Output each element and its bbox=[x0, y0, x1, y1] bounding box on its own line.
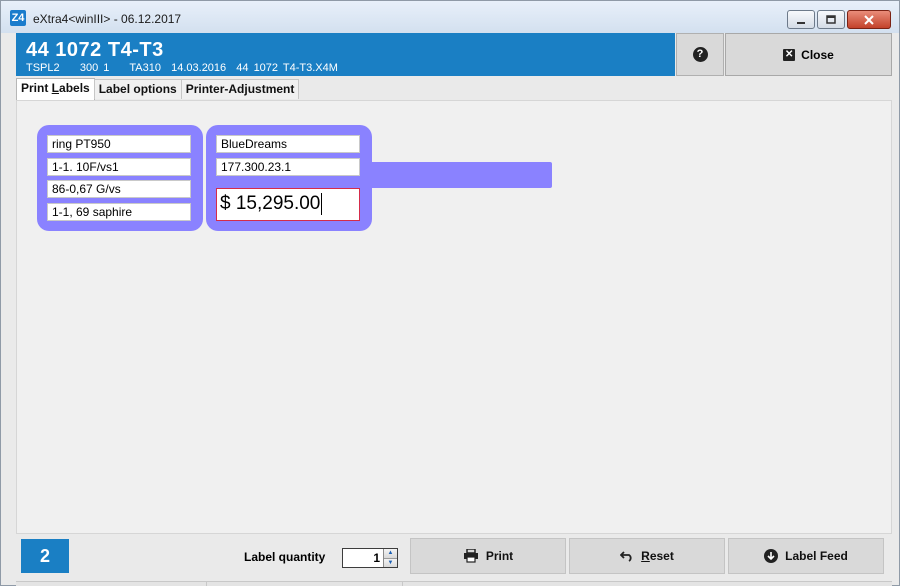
tab-label-accesskey: L bbox=[51, 81, 60, 95]
label-quantity-input[interactable] bbox=[343, 549, 383, 567]
close-icon bbox=[864, 14, 874, 25]
close-button-label: Close bbox=[801, 47, 834, 62]
reset-label-accesskey: R bbox=[641, 549, 650, 563]
reset-button[interactable]: Reset bbox=[569, 538, 725, 574]
status-bar bbox=[16, 581, 892, 586]
close-box-icon: ✕ bbox=[783, 48, 796, 61]
print-button[interactable]: Print bbox=[410, 538, 566, 574]
label-field-weight[interactable]: 86-0,67 G/vs bbox=[47, 180, 191, 198]
label-quantity-caption: Label quantity bbox=[244, 550, 326, 564]
tab-label-options[interactable]: Label options bbox=[93, 79, 182, 99]
tab-bar: Print Labels Label options Printer-Adjus… bbox=[16, 78, 300, 100]
undo-icon bbox=[620, 550, 634, 562]
status-divider bbox=[206, 582, 207, 586]
title-bar: Z4 eXtra4<winIII> - 06.12.2017 bbox=[1, 1, 899, 33]
tab-label: Print bbox=[21, 81, 52, 95]
label-field-material[interactable]: ring PT950 bbox=[47, 135, 191, 153]
print-button-label: Print bbox=[485, 549, 514, 563]
window-close-button[interactable] bbox=[847, 10, 891, 29]
label-field-gem[interactable]: 1-1, 69 saphire bbox=[47, 203, 191, 221]
spin-up-icon[interactable]: ▲ bbox=[384, 549, 397, 558]
window-controls bbox=[785, 10, 891, 29]
help-button[interactable]: ? bbox=[676, 33, 724, 76]
print-labels-panel: ring PT950 1-1. 10F/vs1 86-0,67 G/vs 1-1… bbox=[16, 100, 892, 534]
label-quantity-stepper[interactable]: ▲ ▼ bbox=[342, 548, 398, 568]
status-divider bbox=[402, 582, 403, 586]
reset-button-label: Reset bbox=[641, 549, 674, 563]
label-field-article-number[interactable]: 177.300.23.1 bbox=[216, 158, 360, 176]
tab-printer-adjustment[interactable]: Printer-Adjustment bbox=[180, 79, 300, 99]
label-feed-button-label: Label Feed bbox=[785, 549, 848, 563]
help-icon: ? bbox=[692, 47, 708, 62]
maximize-button[interactable] bbox=[817, 10, 845, 29]
header-band: 44 1072 T4-T3 TSPL2 300 1 TA310 14.03.20… bbox=[16, 33, 675, 76]
label-field-stone-spec[interactable]: 1-1. 10F/vs1 bbox=[47, 158, 191, 176]
text-caret bbox=[321, 192, 323, 215]
arrow-down-circle-icon bbox=[764, 549, 779, 563]
label-field-brand[interactable]: BlueDreams bbox=[216, 135, 360, 153]
label-feed-button[interactable]: Label Feed bbox=[728, 538, 884, 574]
main-window: Z4 eXtra4<winIII> - 06.12.2017 44 1072 T… bbox=[0, 0, 900, 586]
minimize-button[interactable] bbox=[787, 10, 815, 29]
label-field-price[interactable]: $ 15,295.00 bbox=[216, 188, 360, 221]
page-number-badge: 2 bbox=[21, 539, 69, 573]
app-logo-icon: Z4 bbox=[10, 10, 26, 26]
quantity-spin-buttons: ▲ ▼ bbox=[383, 549, 397, 567]
minimize-icon bbox=[797, 21, 805, 24]
spin-down-icon[interactable]: ▼ bbox=[384, 557, 397, 567]
maximize-icon bbox=[826, 14, 836, 24]
price-value: $ 15,295.00 bbox=[220, 193, 321, 214]
close-button[interactable]: ✕ Close bbox=[725, 33, 892, 76]
window-title: eXtra4<winIII> - 06.12.2017 bbox=[33, 12, 182, 26]
label-tail-section bbox=[362, 162, 552, 188]
tab-label: abels bbox=[59, 81, 90, 95]
page-subtitle: TSPL2 300 1 TA310 14.03.2016 44 1072 T4-… bbox=[26, 62, 338, 74]
tab-print-labels[interactable]: Print Labels bbox=[16, 78, 95, 100]
page-title: 44 1072 T4-T3 bbox=[26, 39, 164, 61]
reset-label-post: eset bbox=[649, 549, 674, 563]
printer-icon bbox=[463, 549, 479, 563]
